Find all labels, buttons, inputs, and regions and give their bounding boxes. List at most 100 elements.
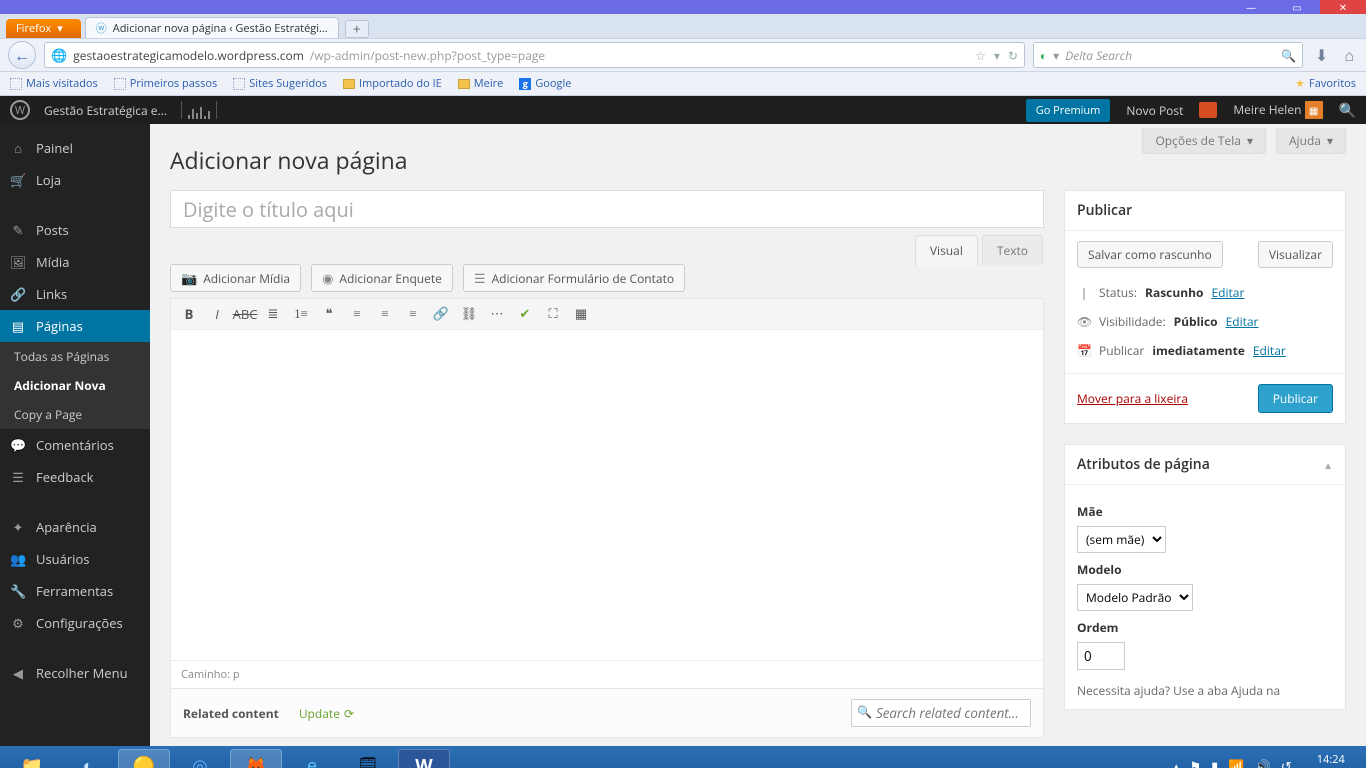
search-bar[interactable]: ◐ ▾ Delta Search 🔍 (1033, 42, 1303, 68)
new-tab-button[interactable]: + (345, 20, 369, 38)
ol-button[interactable]: 1≡ (289, 303, 313, 325)
spellcheck-button[interactable]: ✔ (513, 303, 537, 325)
taskbar-sticky[interactable]: 🗒 (342, 749, 394, 768)
taskbar-firefox[interactable]: 🦊 (230, 749, 282, 768)
align-right-button[interactable]: ≡ (401, 303, 425, 325)
sidebar-item-midia[interactable]: 🖼Mídia (0, 246, 150, 278)
taskbar-app[interactable]: ◐ (62, 749, 114, 768)
window-maximize[interactable]: ▭ (1274, 0, 1320, 14)
taskbar-app-blue[interactable]: ◎ (174, 749, 226, 768)
sidebar-collapse[interactable]: ◀Recolher Menu (0, 657, 150, 689)
taskbar-word[interactable]: W (398, 749, 450, 768)
feed-icon[interactable]: ☆ (975, 47, 986, 64)
browser-tab[interactable]: ⓦ Adicionar nova página ‹ Gestão Estraté… (85, 17, 339, 38)
bookmark-first-steps[interactable]: Primeiros passos (114, 76, 217, 91)
back-button[interactable]: ← (8, 41, 36, 69)
preview-button[interactable]: Visualizar (1258, 241, 1333, 268)
reload-icon[interactable]: ↻ (1008, 47, 1018, 64)
window-close[interactable]: ✕ (1320, 0, 1366, 14)
tray-flag-icon[interactable]: ⚑ (1190, 757, 1202, 768)
sidebar-item-comentarios[interactable]: 💬Comentários (0, 429, 150, 461)
order-input[interactable] (1077, 642, 1125, 670)
window-minimize[interactable]: — (1228, 0, 1274, 14)
link-button[interactable]: 🔗 (429, 303, 453, 325)
add-contact-form-button[interactable]: ☰Adicionar Formulário de Contato (463, 264, 685, 292)
template-select[interactable]: Modelo Padrão (1077, 584, 1193, 611)
add-media-button[interactable]: 📷Adicionar Mídia (170, 264, 301, 292)
tray-sync-icon[interactable]: ↺ (1281, 757, 1292, 768)
help-tab[interactable]: Ajuda▾ (1276, 128, 1346, 154)
tray-network-icon[interactable]: 📶 (1228, 757, 1244, 768)
fullscreen-button[interactable]: ⛶ (541, 303, 565, 325)
edit-schedule-link[interactable]: Editar (1253, 342, 1286, 359)
sidebar-sub-all-pages[interactable]: Todas as Páginas (0, 342, 150, 371)
sidebar-item-usuarios[interactable]: 👥Usuários (0, 543, 150, 575)
sidebar-sub-add-new[interactable]: Adicionar Nova (0, 371, 150, 400)
taskbar-ie[interactable]: e (286, 749, 338, 768)
publish-heading[interactable]: Publicar (1065, 191, 1345, 231)
sidebar-item-painel[interactable]: ⌂Painel (0, 132, 150, 164)
home-icon[interactable]: ⌂ (1340, 44, 1358, 66)
sidebar-item-feedback[interactable]: ☰Feedback (0, 461, 150, 493)
adminbar-search-icon[interactable]: 🔍 (1339, 101, 1356, 120)
quote-button[interactable]: ❝ (317, 303, 341, 325)
strike-button[interactable]: ABC (233, 303, 257, 325)
downloads-icon[interactable]: ⬇ (1311, 44, 1332, 66)
sidebar-item-paginas[interactable]: ▤Páginas (0, 310, 150, 342)
metabox-toggle-icon[interactable]: ▲ (1323, 458, 1333, 472)
tray-up-icon[interactable]: ▴ (1173, 757, 1180, 768)
wordpress-logo-icon[interactable]: W (10, 100, 30, 120)
sidebar-item-loja[interactable]: 🛒Loja (0, 164, 150, 196)
taskbar-chrome[interactable]: 🟡 (118, 749, 170, 768)
move-to-trash-link[interactable]: Mover para a lixeira (1077, 390, 1188, 407)
tray-battery-icon[interactable]: ▮ (1211, 757, 1218, 768)
firefox-menu-button[interactable]: Firefox▾ (6, 19, 81, 38)
save-draft-button[interactable]: Salvar como rascunho (1077, 241, 1223, 268)
adminbar-new-post[interactable]: Novo Post (1126, 102, 1183, 119)
dropdown-history-icon[interactable]: ▾ (994, 47, 1000, 64)
sidebar-item-links[interactable]: 🔗Links (0, 278, 150, 310)
sidebar-item-config[interactable]: ⚙Configurações (0, 607, 150, 639)
ul-button[interactable]: ≣ (261, 303, 285, 325)
edit-visibility-link[interactable]: Editar (1226, 313, 1259, 330)
adminbar-site-name[interactable]: Gestão Estratégica e... (44, 102, 167, 119)
url-bar[interactable]: 🌐 gestaoestrategicamodelo.wordpress.com/… (44, 42, 1025, 68)
add-poll-button[interactable]: ◉Adicionar Enquete (311, 264, 453, 292)
screen-options-tab[interactable]: Opções de Tela▾ (1142, 128, 1266, 154)
related-update-button[interactable]: Update⟳ (299, 705, 354, 722)
bookmark-favorites[interactable]: ★Favoritos (1295, 76, 1356, 91)
kitchen-sink-button[interactable]: ▦ (569, 303, 593, 325)
go-premium-button[interactable]: Go Premium (1026, 99, 1111, 122)
adminbar-stats-icon[interactable] (181, 101, 217, 119)
align-left-button[interactable]: ≡ (345, 303, 369, 325)
parent-select[interactable]: (sem mãe) (1077, 526, 1166, 553)
bookmark-imported[interactable]: Importado do IE (343, 76, 442, 91)
bookmark-most-visited[interactable]: Mais visitados (10, 76, 98, 91)
more-button[interactable]: ⋯ (485, 303, 509, 325)
taskbar-clock[interactable]: 14:24 30/08/2013 (1302, 753, 1360, 768)
italic-button[interactable]: I (205, 303, 229, 325)
search-dropdown-icon[interactable]: ▾ (1053, 47, 1059, 64)
sidebar-item-aparencia[interactable]: ✦Aparência (0, 511, 150, 543)
page-attributes-heading[interactable]: Atributos de página▲ (1065, 445, 1345, 485)
edit-status-link[interactable]: Editar (1211, 284, 1244, 301)
unlink-button[interactable]: ⛓ (457, 303, 481, 325)
editor-tab-visual[interactable]: Visual (915, 235, 978, 266)
sidebar-item-posts[interactable]: ✎Posts (0, 214, 150, 246)
bookmark-meire[interactable]: Meire (458, 76, 504, 91)
search-icon[interactable]: 🔍 (1281, 47, 1296, 64)
tray-volume-icon[interactable]: 🔊 (1255, 757, 1271, 768)
sidebar-sub-copy-page[interactable]: Copy a Page (0, 400, 150, 429)
related-search-input[interactable] (851, 699, 1031, 727)
taskbar-explorer[interactable]: 📁 (6, 749, 58, 768)
editor-tab-text[interactable]: Texto (982, 235, 1043, 265)
sidebar-item-ferramentas[interactable]: 🔧Ferramentas (0, 575, 150, 607)
bookmark-suggested[interactable]: Sites Sugeridos (233, 76, 327, 91)
editor-textarea[interactable] (171, 330, 1043, 660)
publish-button[interactable]: Publicar (1258, 384, 1333, 413)
notifications-icon[interactable] (1199, 102, 1217, 118)
align-center-button[interactable]: ≡ (373, 303, 397, 325)
bold-button[interactable]: B (177, 303, 201, 325)
bookmark-google[interactable]: gGoogle (519, 76, 571, 91)
adminbar-user[interactable]: Meire Helen ▦ (1233, 101, 1322, 119)
